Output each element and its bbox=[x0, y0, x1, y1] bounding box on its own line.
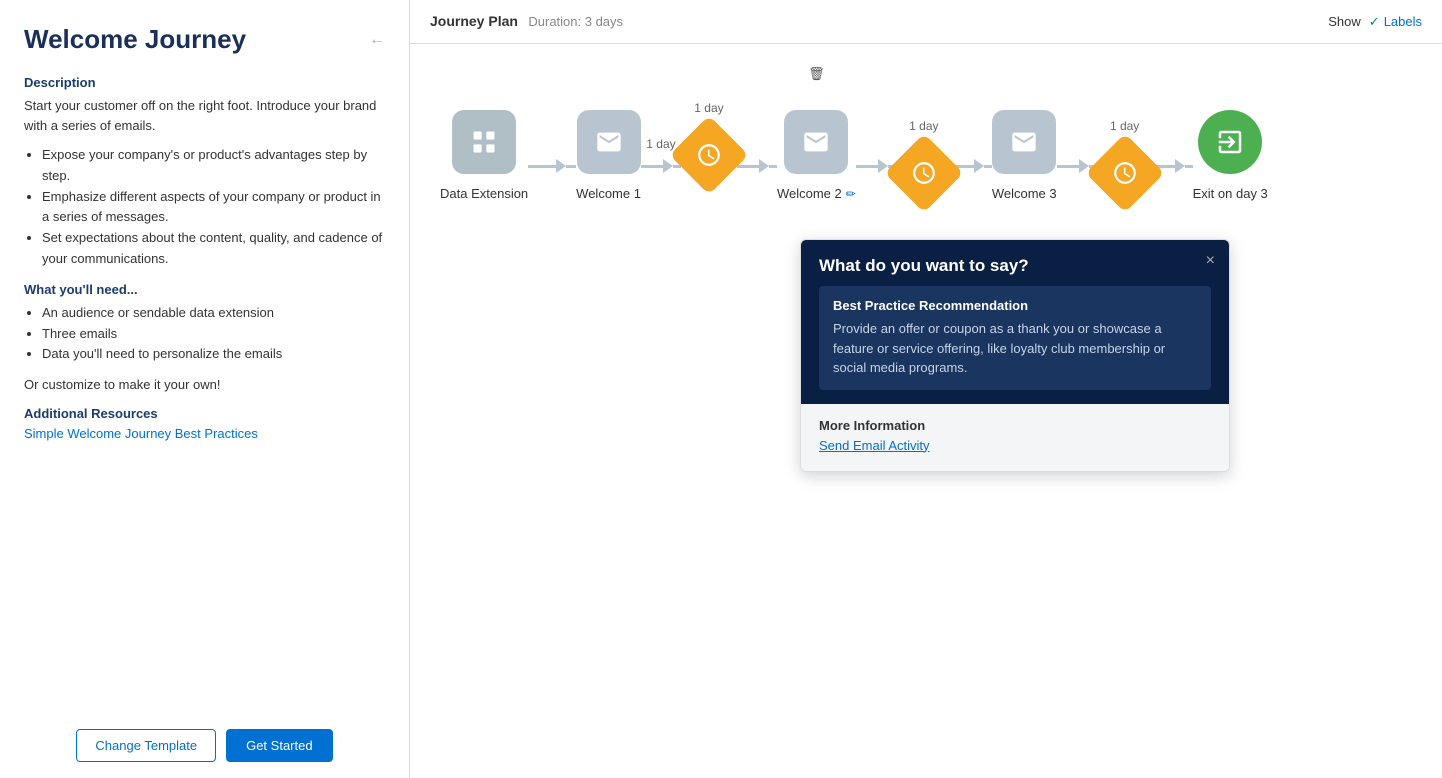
header-right: Show ✓ Labels bbox=[1328, 14, 1422, 30]
journey-header: Journey Plan Duration: 3 days Show ✓ Lab… bbox=[410, 0, 1442, 44]
delete-welcome-2-icon[interactable]: 🗑 bbox=[808, 66, 825, 82]
resource-link[interactable]: Simple Welcome Journey Best Practices bbox=[24, 426, 258, 441]
connector-1 bbox=[528, 159, 576, 173]
right-panel: Journey Plan Duration: 3 days Show ✓ Lab… bbox=[410, 0, 1442, 778]
exit-icon bbox=[1198, 110, 1262, 174]
journey-plan-title-area: Journey Plan Duration: 3 days bbox=[430, 13, 623, 31]
connector-3 bbox=[737, 159, 777, 173]
journey-plan-label: Journey Plan bbox=[430, 13, 518, 29]
page-title-row: Welcome Journey ← bbox=[24, 24, 385, 55]
canvas-area: Data Extension Welcome 1 1 day bbox=[410, 44, 1442, 778]
node-welcome-2[interactable]: 🗑 Welcome 2 ✏ bbox=[777, 84, 856, 201]
need-1: An audience or sendable data extension bbox=[42, 303, 385, 324]
description-text: Start your customer off on the right foo… bbox=[24, 96, 385, 135]
need-3: Data you'll need to personalize the emai… bbox=[42, 344, 385, 365]
customize-text: Or customize to make it your own! bbox=[24, 377, 385, 392]
more-info-link[interactable]: Send Email Activity bbox=[819, 438, 930, 453]
best-practice-title: Best Practice Recommendation bbox=[833, 298, 1197, 313]
journey-flow: Data Extension Welcome 1 1 day bbox=[440, 84, 1412, 211]
node-welcome-1[interactable]: Welcome 1 bbox=[576, 84, 641, 201]
need-2: Three emails bbox=[42, 324, 385, 345]
wait-2-day-label: 1 day bbox=[909, 119, 938, 137]
node-welcome-3[interactable]: Welcome 3 bbox=[992, 84, 1057, 201]
day-label-1: 1 day bbox=[646, 137, 675, 151]
footer-buttons: Change Template Get Started bbox=[24, 713, 385, 762]
description-bullets: Expose your company's or product's advan… bbox=[42, 145, 385, 270]
welcome-3-label: Welcome 3 bbox=[992, 186, 1057, 201]
checkmark-icon: ✓ bbox=[1369, 14, 1380, 30]
welcome-2-label: Welcome 2 bbox=[777, 186, 842, 201]
what-youll-need-heading: What you'll need... bbox=[24, 282, 385, 297]
best-practice-text: Provide an offer or coupon as a thank yo… bbox=[833, 319, 1197, 378]
welcome-1-label: Welcome 1 bbox=[576, 186, 641, 201]
welcome-2-edit-icon[interactable]: ✏ bbox=[846, 187, 856, 201]
bullet-3: Set expectations about the content, qual… bbox=[42, 228, 385, 270]
change-template-button[interactable]: Change Template bbox=[76, 729, 216, 762]
left-panel: Welcome Journey ← Description Start your… bbox=[0, 0, 410, 778]
needs-bullets: An audience or sendable data extension T… bbox=[42, 303, 385, 365]
description-heading: Description bbox=[24, 75, 385, 90]
bullet-1: Expose your company's or product's advan… bbox=[42, 145, 385, 187]
wait-2-diamond bbox=[884, 133, 963, 212]
data-extension-icon bbox=[452, 110, 516, 174]
page-title: Welcome Journey bbox=[24, 24, 246, 55]
welcome-2-icon bbox=[784, 110, 848, 174]
tooltip-close-button[interactable]: × bbox=[1206, 252, 1215, 270]
show-label: Show bbox=[1328, 14, 1361, 29]
tooltip-popup: What do you want to say? × Best Practice… bbox=[800, 239, 1230, 472]
data-extension-label: Data Extension bbox=[440, 186, 528, 201]
wait-3-day-label: 1 day bbox=[1110, 119, 1139, 137]
tooltip-footer: More Information Send Email Activity bbox=[801, 404, 1229, 471]
welcome-2-label-area: Welcome 2 ✏ bbox=[777, 186, 856, 201]
labels-label: Labels bbox=[1384, 14, 1422, 29]
node-data-extension[interactable]: Data Extension bbox=[440, 84, 528, 201]
get-started-button[interactable]: Get Started bbox=[226, 729, 332, 762]
back-arrow-icon[interactable]: ← bbox=[369, 31, 385, 49]
node-wait-2[interactable]: 1 day bbox=[896, 119, 952, 201]
additional-resources-heading: Additional Resources bbox=[24, 406, 385, 421]
left-panel-content: Welcome Journey ← Description Start your… bbox=[24, 24, 385, 713]
best-practice-box: Best Practice Recommendation Provide an … bbox=[819, 286, 1211, 390]
more-info-label: More Information bbox=[819, 418, 1211, 433]
tooltip-title: What do you want to say? bbox=[819, 256, 1211, 276]
wait-3-diamond bbox=[1085, 133, 1164, 212]
node-wait-1[interactable]: 1 day bbox=[681, 101, 737, 201]
labels-toggle[interactable]: ✓ Labels bbox=[1369, 14, 1422, 30]
welcome-3-icon bbox=[992, 110, 1056, 174]
wait-1-diamond bbox=[669, 115, 748, 194]
node-wait-3[interactable]: 1 day bbox=[1097, 119, 1153, 201]
duration-label: Duration: 3 days bbox=[528, 14, 623, 29]
exit-label: Exit on day 3 bbox=[1193, 186, 1268, 201]
welcome-1-icon bbox=[577, 110, 641, 174]
bullet-2: Emphasize different aspects of your comp… bbox=[42, 187, 385, 229]
wait-1-day-label: 1 day bbox=[694, 101, 723, 119]
node-exit[interactable]: Exit on day 3 bbox=[1193, 84, 1268, 201]
tooltip-header: What do you want to say? × Best Practice… bbox=[801, 240, 1229, 404]
